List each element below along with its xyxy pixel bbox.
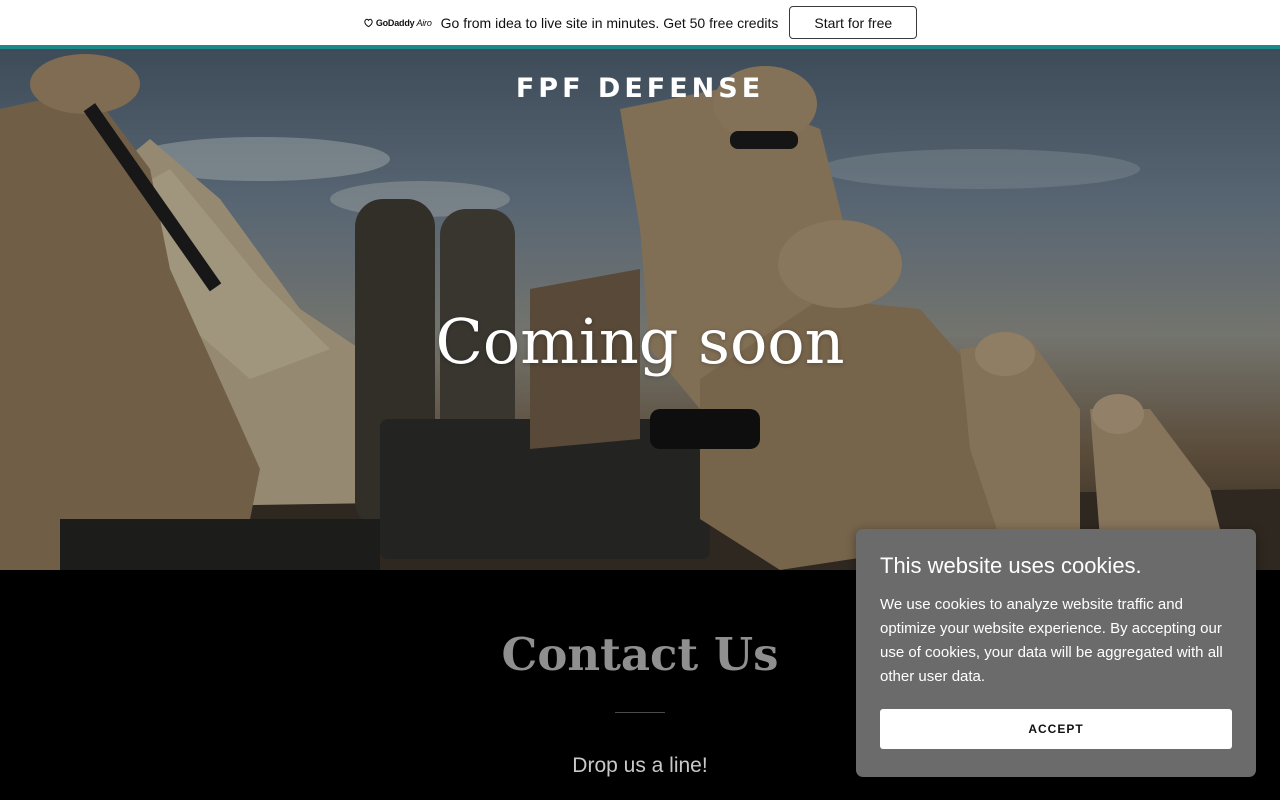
godaddy-airo-logo: GoDaddy Airo (363, 17, 432, 28)
promo-message: Go from idea to live site in minutes. Ge… (440, 14, 779, 31)
promo-bar: GoDaddy Airo Go from idea to live site i… (0, 0, 1280, 45)
start-for-free-button[interactable]: Start for free (789, 6, 918, 39)
cookie-message: We use cookies to analyze website traffi… (880, 596, 1223, 685)
site-title[interactable]: FPF DEFENSE (0, 73, 1280, 104)
godaddy-logo-icon (364, 18, 373, 28)
hero-heading: Coming soon (435, 305, 845, 378)
logo-suffix: Airo (416, 17, 432, 28)
logo-text: GoDaddy (375, 17, 415, 28)
hero-section: FPF DEFENSE Coming soon (0, 49, 1280, 570)
cookie-title: This website uses cookies. (880, 553, 1142, 578)
accept-cookies-button[interactable]: ACCEPT (880, 709, 1232, 749)
promo-content: GoDaddy Airo Go from idea to live site i… (363, 6, 918, 39)
section-divider (615, 712, 665, 713)
cookie-banner: This website uses cookies. We use cookie… (856, 529, 1256, 777)
